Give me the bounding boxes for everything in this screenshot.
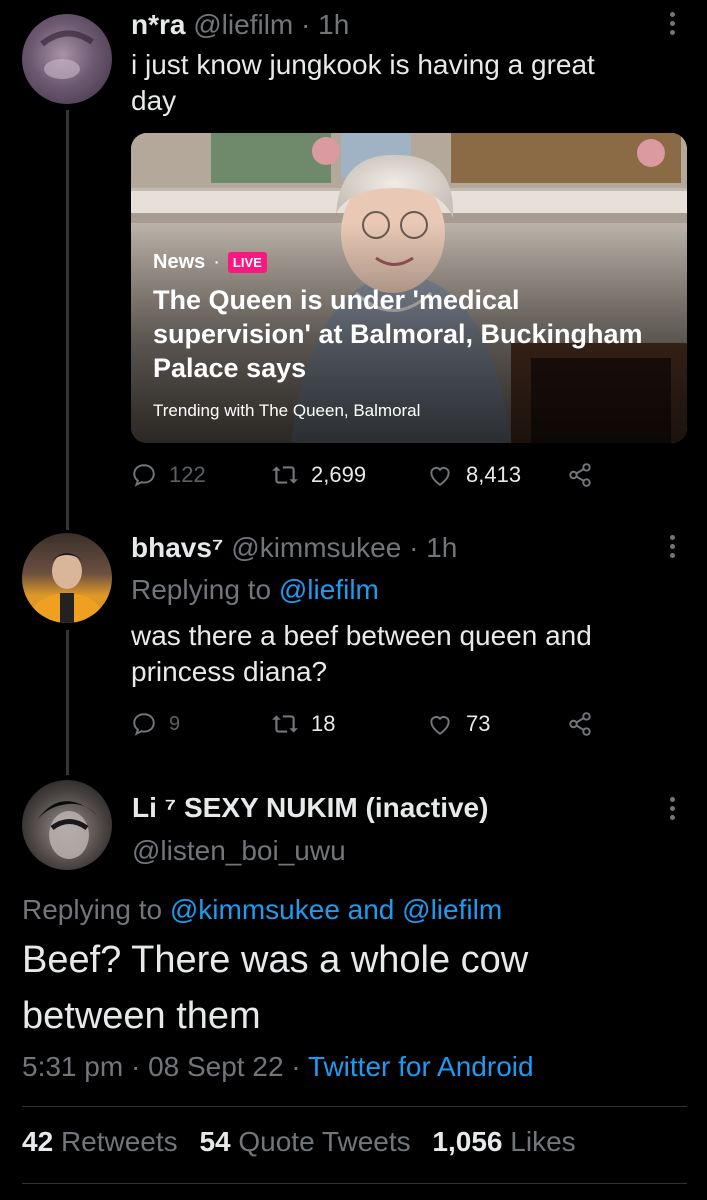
quotes-label: Quote Tweets xyxy=(238,1126,411,1157)
heart-icon xyxy=(430,716,450,735)
tweet-header: bhavs⁷ @kimmsukee · 1h xyxy=(131,532,457,564)
tweet-header: n*ra @liefilm · 1h xyxy=(131,9,349,41)
thread-line xyxy=(66,110,69,530)
reply-count: 9 xyxy=(169,712,181,735)
handle[interactable]: @listen_boi_uwu xyxy=(132,835,346,867)
tweet-actions: 122 2,699 8,413 xyxy=(131,462,594,488)
card-trending: Trending with The Queen, Balmoral xyxy=(153,401,421,420)
heart-icon xyxy=(430,467,450,486)
replying-to: Replying to @kimmsukee and @liefilm xyxy=(22,894,502,926)
retweet-button[interactable]: 18 xyxy=(271,711,426,737)
reply-icon xyxy=(133,713,155,736)
live-badge: LIVE xyxy=(227,252,267,273)
retweets-stat[interactable]: 42 Retweets xyxy=(22,1126,178,1157)
reply-button[interactable]: 122 xyxy=(131,462,271,488)
retweet-icon xyxy=(272,466,298,484)
news-card[interactable]: News · LIVE The Queen is under 'medical … xyxy=(131,133,687,443)
timestamp[interactable]: 1h xyxy=(426,532,457,563)
replying-mention[interactable]: @liefilm xyxy=(279,574,379,605)
like-button[interactable]: 8,413 xyxy=(426,462,566,488)
tweet-meta: 5:31 pm · 08 Sept 22 · Twitter for Andro… xyxy=(22,1051,534,1083)
tweet-text-line: day xyxy=(131,85,177,116)
retweets-count: 42 xyxy=(22,1126,54,1157)
divider xyxy=(22,1183,687,1184)
like-count: 73 xyxy=(466,711,491,736)
tweet-stats: 42 Retweets 54 Quote Tweets 1,056 Likes xyxy=(22,1126,576,1158)
replying-prefix: Replying to xyxy=(131,574,272,605)
tweet-date[interactable]: 08 Sept 22 xyxy=(148,1051,283,1082)
likes-stat[interactable]: 1,056 Likes xyxy=(432,1126,575,1157)
tweet-text: was there a beef between queen and princ… xyxy=(131,618,592,690)
more-icon[interactable] xyxy=(668,535,676,558)
reply-icon xyxy=(133,464,155,487)
share-icon xyxy=(569,712,591,736)
thread-line xyxy=(66,630,69,775)
avatar[interactable] xyxy=(22,14,112,104)
card-meta: News · LIVE xyxy=(153,251,267,274)
reply-button[interactable]: 9 xyxy=(131,711,271,737)
likes-label: Likes xyxy=(510,1126,576,1157)
tweet-text: i just know jungkook is having a great d… xyxy=(131,47,595,119)
more-icon[interactable] xyxy=(668,12,676,35)
tweet-client[interactable]: Twitter for Android xyxy=(308,1051,534,1082)
retweet-count: 18 xyxy=(311,711,336,736)
reply-count: 122 xyxy=(169,462,206,487)
separator-dot: · xyxy=(409,532,419,563)
display-name[interactable]: bhavs⁷ xyxy=(131,532,223,563)
retweet-icon xyxy=(272,715,298,733)
tweet-text-line: between them xyxy=(22,995,261,1037)
tweet-time[interactable]: 5:31 pm xyxy=(22,1051,123,1082)
retweet-button[interactable]: 2,699 xyxy=(271,462,426,488)
like-button[interactable]: 73 xyxy=(426,711,566,737)
quotes-stat[interactable]: 54 Quote Tweets xyxy=(199,1126,410,1157)
tweet-text: Beef? There was a whole cow between them xyxy=(22,932,528,1044)
display-name[interactable]: n*ra xyxy=(131,9,185,40)
replying-prefix: Replying to xyxy=(22,894,163,925)
more-icon[interactable] xyxy=(668,797,676,820)
separator-dot: · xyxy=(213,251,220,273)
like-count: 8,413 xyxy=(466,462,522,487)
tweet-text-line: princess diana? xyxy=(131,656,328,687)
card-title[interactable]: The Queen is under 'medical supervision'… xyxy=(153,283,663,385)
share-icon xyxy=(569,463,591,487)
replying-mention[interactable]: @kimmsukee and @liefilm xyxy=(170,894,502,925)
separator-dot: · xyxy=(291,1051,301,1082)
tweet-text-line: Beef? There was a whole cow xyxy=(22,939,529,981)
tweet-text-line: was there a beef between queen and xyxy=(131,620,592,651)
timestamp[interactable]: 1h xyxy=(318,9,349,40)
display-name[interactable]: Li ⁷ SEXY NUKIM (inactive) xyxy=(132,792,488,824)
quotes-count: 54 xyxy=(199,1126,231,1157)
replying-to: Replying to @liefilm xyxy=(131,574,379,606)
retweet-count: 2,699 xyxy=(311,462,367,487)
divider xyxy=(22,1106,687,1107)
handle[interactable]: @liefilm xyxy=(193,9,293,40)
tweet-actions: 9 18 73 xyxy=(131,711,594,737)
tweet-text-line: i just know jungkook is having a great xyxy=(131,49,595,80)
share-button[interactable] xyxy=(566,462,594,488)
avatar[interactable] xyxy=(22,533,112,623)
handle[interactable]: @kimmsukee xyxy=(231,532,401,563)
avatar[interactable] xyxy=(22,780,112,870)
card-source: News xyxy=(153,251,206,273)
separator-dot: · xyxy=(130,1051,141,1082)
separator-dot: · xyxy=(301,9,311,40)
retweets-label: Retweets xyxy=(60,1126,178,1157)
share-button[interactable] xyxy=(566,711,594,737)
likes-count: 1,056 xyxy=(432,1126,503,1157)
